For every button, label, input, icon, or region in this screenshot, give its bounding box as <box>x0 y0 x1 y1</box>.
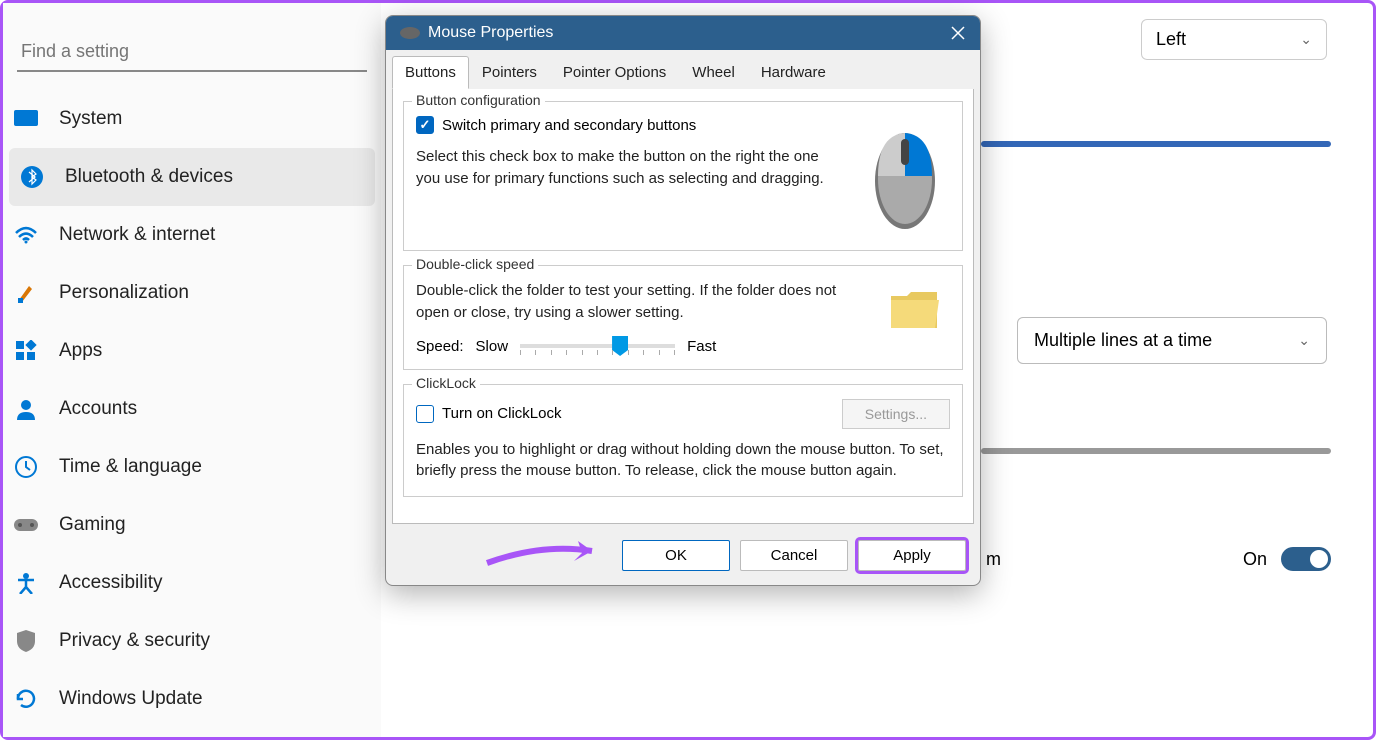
sidebar-item-network[interactable]: Network & internet <box>3 206 381 264</box>
clock-icon <box>13 454 39 480</box>
sidebar-item-system[interactable]: System <box>3 90 381 148</box>
sidebar-item-update[interactable]: Windows Update <box>3 670 381 728</box>
annotation-arrow-icon <box>482 535 612 569</box>
hover-scroll-toggle[interactable] <box>1281 547 1331 571</box>
tab-hardware[interactable]: Hardware <box>748 56 839 89</box>
sidebar-item-label: Apps <box>59 340 102 362</box>
clicklock-settings-button: Settings... <box>842 399 950 429</box>
sidebar-item-accounts[interactable]: Accounts <box>3 380 381 438</box>
fast-label: Fast <box>687 338 716 355</box>
checkbox-label: Switch primary and secondary buttons <box>442 117 696 134</box>
double-click-speed-slider[interactable] <box>520 344 675 348</box>
sidebar-item-label: Windows Update <box>59 688 203 710</box>
slow-label: Slow <box>476 338 509 355</box>
sidebar-item-accessibility[interactable]: Accessibility <box>3 554 381 612</box>
sidebar-item-label: System <box>59 108 122 130</box>
chevron-down-icon: ⌄ <box>1298 332 1310 349</box>
sidebar-item-gaming[interactable]: Gaming <box>3 496 381 554</box>
apply-button[interactable]: Apply <box>858 540 966 571</box>
tab-wheel[interactable]: Wheel <box>679 56 748 89</box>
sidebar-item-label: Accessibility <box>59 572 162 594</box>
settings-sidebar: System Bluetooth & devices Network & int… <box>3 3 381 737</box>
checkbox-label: Turn on ClickLock <box>442 405 562 422</box>
primary-button-dropdown[interactable]: Left ⌄ <box>1141 19 1327 60</box>
double-click-speed-group: Double-click speed Double-click the fold… <box>403 265 963 370</box>
sidebar-item-label: Personalization <box>59 282 189 304</box>
sidebar-item-personalization[interactable]: Personalization <box>3 264 381 322</box>
clicklock-description: Enables you to highlight or drag without… <box>416 439 950 483</box>
apps-icon <box>13 338 39 364</box>
tab-pointers[interactable]: Pointers <box>469 56 550 89</box>
person-icon <box>13 396 39 422</box>
scroll-mode-dropdown[interactable]: Multiple lines at a time ⌄ <box>1017 317 1327 364</box>
tab-buttons[interactable]: Buttons <box>392 56 469 89</box>
group-title: Double-click speed <box>412 256 538 272</box>
mouse-preview-image <box>860 116 950 236</box>
double-click-description: Double-click the folder to test your set… <box>416 280 866 324</box>
partial-label: m <box>986 549 1001 570</box>
clicklock-checkbox[interactable] <box>416 405 434 423</box>
dropdown-value: Left <box>1156 29 1186 50</box>
gamepad-icon <box>13 512 39 538</box>
sidebar-item-label: Gaming <box>59 514 126 536</box>
dialog-tabs: Buttons Pointers Pointer Options Wheel H… <box>386 50 980 89</box>
cursor-speed-slider[interactable] <box>981 141 1331 147</box>
group-title: Button configuration <box>412 92 545 108</box>
chevron-down-icon: ⌄ <box>1300 31 1312 48</box>
bluetooth-icon <box>19 164 45 190</box>
dialog-titlebar[interactable]: Mouse Properties <box>386 16 980 50</box>
brush-icon <box>13 280 39 306</box>
group-title: ClickLock <box>412 375 480 391</box>
sidebar-item-apps[interactable]: Apps <box>3 322 381 380</box>
cancel-button[interactable]: Cancel <box>740 540 848 571</box>
sidebar-item-bluetooth[interactable]: Bluetooth & devices <box>9 148 375 206</box>
mouse-icon <box>400 27 420 39</box>
ok-button[interactable]: OK <box>622 540 730 571</box>
sidebar-item-label: Network & internet <box>59 224 215 246</box>
system-icon <box>13 106 39 132</box>
close-button[interactable] <box>950 25 966 41</box>
shield-icon <box>13 628 39 654</box>
wifi-icon <box>13 222 39 248</box>
button-configuration-group: Button configuration Switch primary and … <box>403 101 963 251</box>
sidebar-item-label: Time & language <box>59 456 202 478</box>
sidebar-item-privacy[interactable]: Privacy & security <box>3 612 381 670</box>
sidebar-item-label: Accounts <box>59 398 137 420</box>
sidebar-item-time[interactable]: Time & language <box>3 438 381 496</box>
switch-buttons-checkbox[interactable] <box>416 116 434 134</box>
test-folder-image[interactable] <box>880 280 950 340</box>
clicklock-group: ClickLock Turn on ClickLock Settings... … <box>403 384 963 498</box>
mouse-properties-dialog: Mouse Properties Buttons Pointers Pointe… <box>385 15 981 586</box>
dropdown-value: Multiple lines at a time <box>1034 330 1212 351</box>
update-icon <box>13 686 39 712</box>
toggle-label: On <box>1243 549 1267 570</box>
tab-pointer-options[interactable]: Pointer Options <box>550 56 679 89</box>
dialog-title: Mouse Properties <box>428 24 553 42</box>
accessibility-icon <box>13 570 39 596</box>
button-config-description: Select this check box to make the button… <box>416 146 846 190</box>
lines-to-scroll-slider[interactable] <box>981 448 1331 454</box>
sidebar-nav: System Bluetooth & devices Network & int… <box>3 90 381 737</box>
sidebar-item-label: Bluetooth & devices <box>65 166 233 188</box>
speed-label: Speed: <box>416 338 464 355</box>
sidebar-item-label: Privacy & security <box>59 630 210 652</box>
search-input[interactable] <box>17 33 367 72</box>
